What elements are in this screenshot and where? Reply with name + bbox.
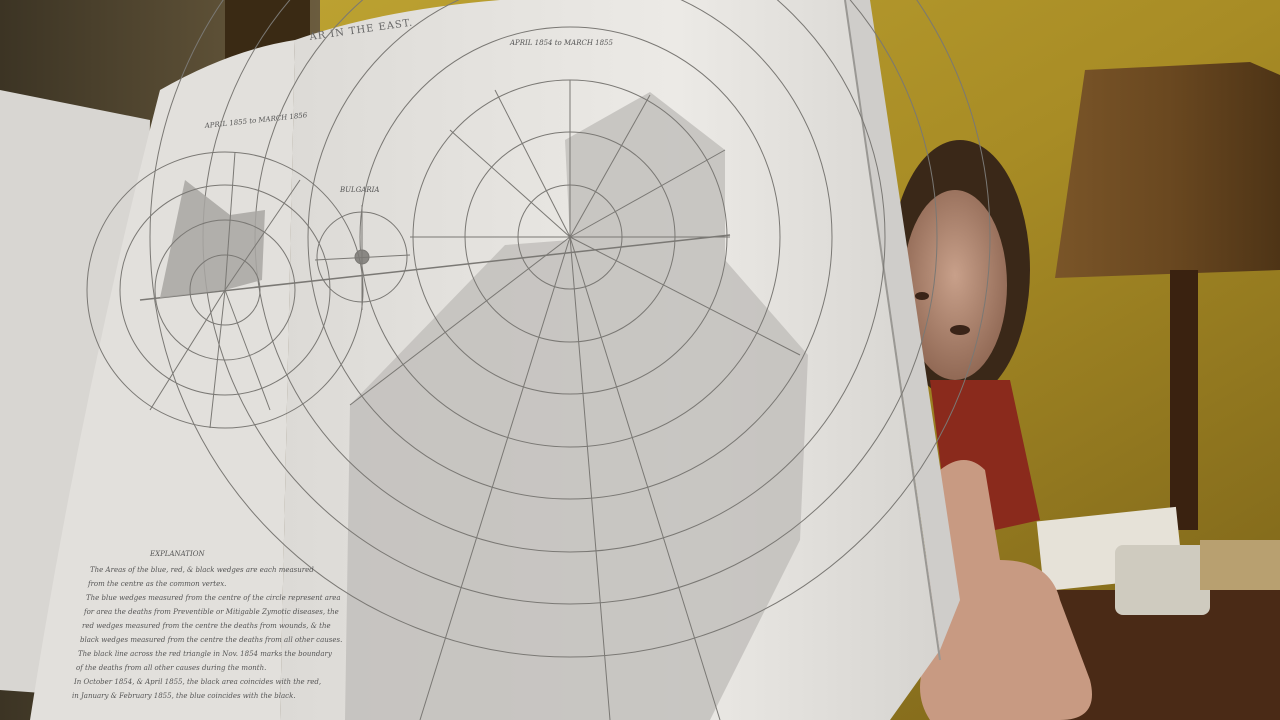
photo-scene: AR IN THE EAST. APRIL 1854 to MARCH 1855…	[0, 0, 1280, 720]
small-diagram-label: BULGARIA	[339, 186, 379, 194]
photo-illustration: AR IN THE EAST. APRIL 1854 to MARCH 1855…	[0, 0, 1280, 720]
explanation-line: In October 1854, & April 1855, the black…	[73, 678, 321, 686]
explanation-line: red wedges measured from the centre the …	[82, 622, 331, 630]
box-on-dresser	[1115, 545, 1210, 615]
explanation-line: The black line across the red triangle i…	[78, 650, 333, 658]
person-eye-left	[915, 292, 929, 300]
lamp-shade	[1055, 62, 1280, 278]
explanation-line: for area the deaths from Preventible or …	[83, 608, 339, 616]
explanation-line: in January & February 1855, the blue coi…	[72, 692, 296, 700]
explanation-line: black wedges measured from the centre th…	[80, 636, 342, 644]
explanation-line: of the deaths from all other causes duri…	[76, 664, 266, 672]
explanation-title: EXPLANATION	[149, 550, 205, 558]
clutter	[1200, 540, 1280, 590]
explanation-line: The blue wedges measured from the centre…	[86, 594, 341, 602]
lamp-stand	[1170, 270, 1198, 530]
sub-header: APRIL 1854 to MARCH 1855	[509, 39, 614, 47]
explanation-line: from the centre as the common vertex.	[87, 580, 226, 588]
explanation-line: The Areas of the blue, red, & black wedg…	[90, 566, 314, 574]
person-eye	[950, 325, 970, 335]
